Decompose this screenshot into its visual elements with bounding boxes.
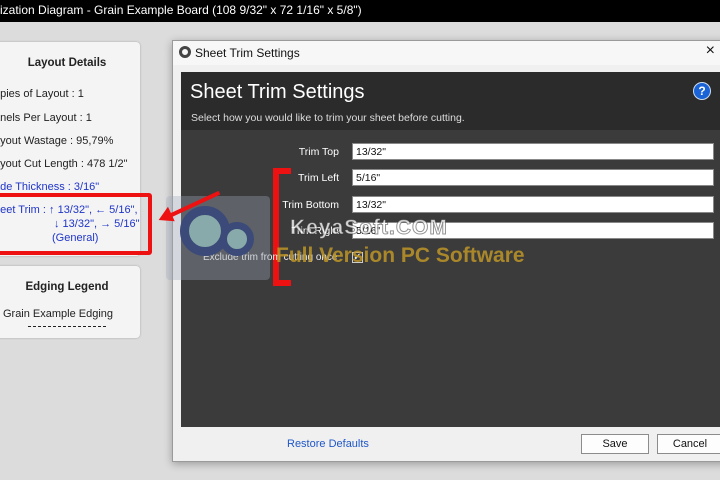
copies-of-layout: opies of Layout : 1 [0, 88, 84, 100]
background-window-title: ization Diagram - Grain Example Board (1… [0, 3, 362, 17]
edging-legend-card: Edging Legend Grain Example Edging [0, 266, 140, 338]
restore-defaults-link[interactable]: Restore Defaults [287, 438, 369, 450]
panel-description: Select how you would like to trim your s… [191, 112, 465, 124]
panels-per-layout: anels Per Layout : 1 [0, 112, 92, 124]
dialog-window-title: Sheet Trim Settings [195, 46, 300, 60]
trim-top-input[interactable] [352, 143, 714, 160]
save-button[interactable]: Save [581, 434, 649, 454]
panel-title: Sheet Trim Settings [190, 81, 365, 103]
layout-cut-length: ayout Cut Length : 478 1/2" [0, 158, 128, 170]
edging-legend-title: Edging Legend [25, 281, 109, 293]
cancel-button[interactable]: Cancel [657, 434, 720, 454]
trim-top-label: Trim Top [298, 146, 339, 158]
watermark-gear-small-icon [220, 222, 254, 256]
red-highlight-box [0, 193, 152, 255]
layout-details-title: Layout Details [27, 57, 107, 69]
panel-header: Sheet Trim Settings Select how you would… [181, 72, 720, 130]
help-icon[interactable]: ? [693, 82, 711, 100]
layout-wastage: ayout Wastage : 95,79% [0, 135, 114, 147]
background-window-titlebar: ization Diagram - Grain Example Board (1… [0, 0, 720, 22]
watermark-site-name: KeyaSoft.COM [290, 216, 448, 240]
edging-dashed-line [28, 326, 106, 327]
dialog-titlebar: Sheet Trim Settings × [173, 41, 720, 65]
trim-bottom-label: Trim Bottom [282, 199, 339, 211]
close-icon[interactable]: × [706, 42, 715, 60]
blade-thickness-link[interactable]: ade Thickness : 3/16" [0, 181, 99, 193]
watermark-tagline: Full Version PC Software [276, 244, 525, 267]
gear-icon [179, 46, 191, 58]
trim-left-label: Trim Left [297, 172, 339, 184]
trim-left-input[interactable] [352, 169, 714, 186]
edging-legend-item: Grain Example Edging [2, 308, 114, 320]
trim-bottom-input[interactable] [352, 196, 714, 213]
